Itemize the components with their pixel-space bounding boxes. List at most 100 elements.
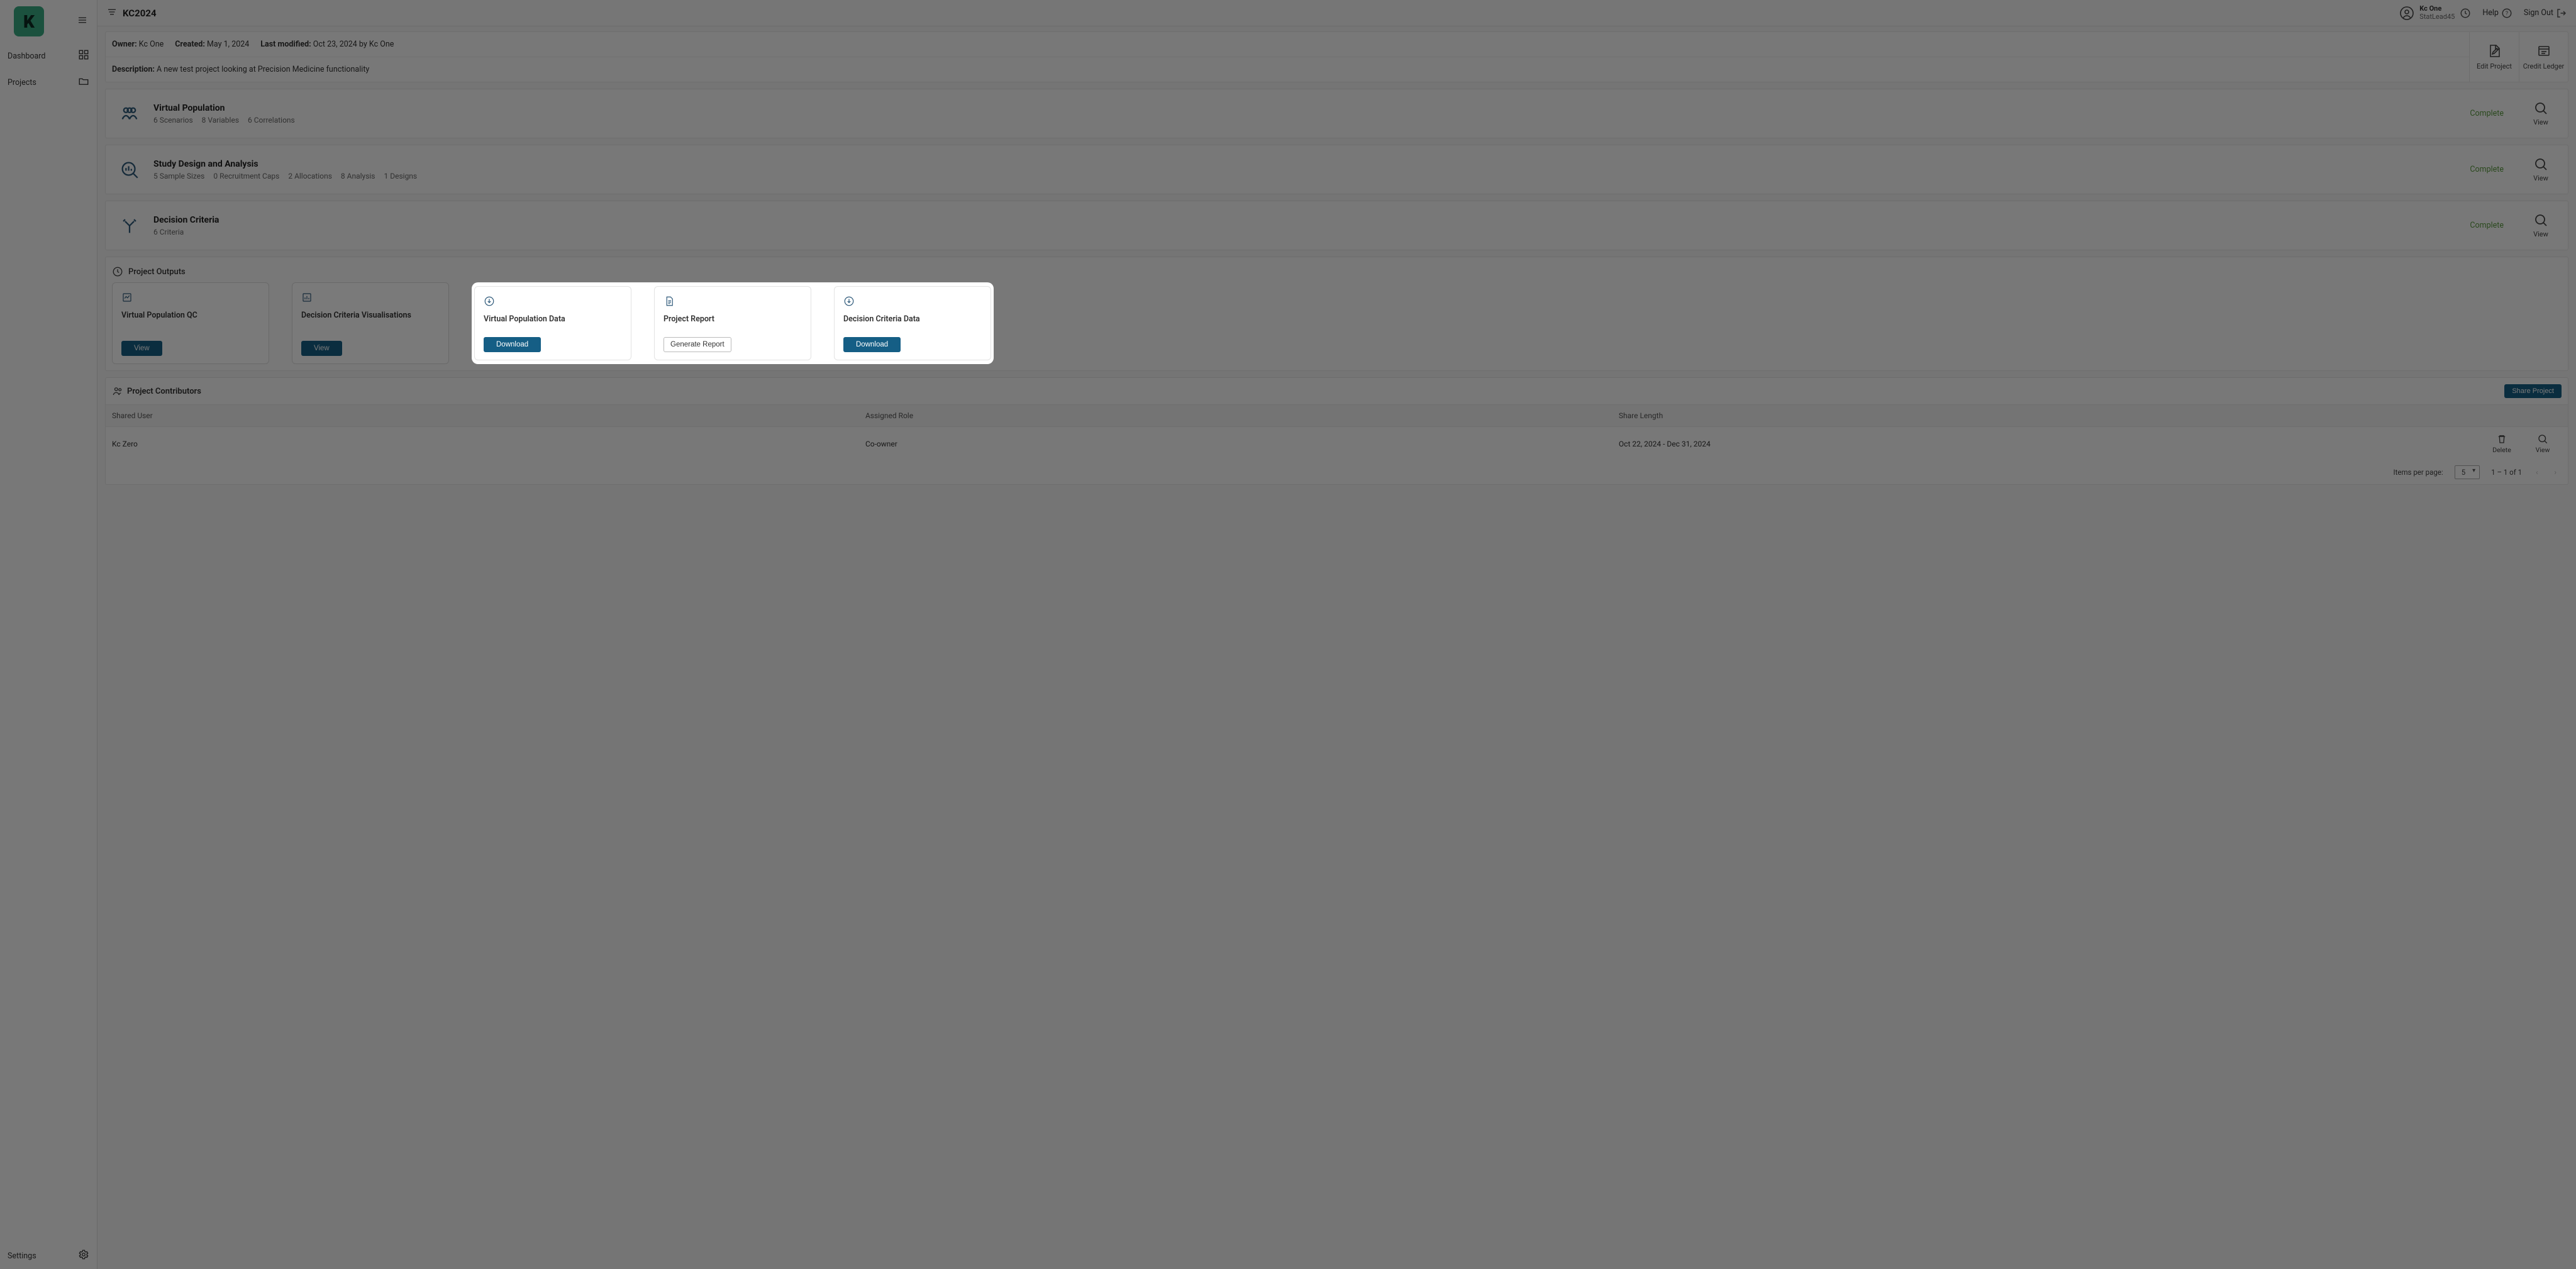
section-sub-item: 5 Sample Sizes — [153, 172, 204, 180]
section-status: Complete — [2470, 109, 2504, 118]
section-title: Decision Criteria — [153, 215, 2470, 225]
breadcrumb-icon — [106, 6, 118, 20]
sidebar-item-dashboard[interactable]: Dashboard — [0, 43, 97, 69]
menu-toggle-icon[interactable] — [73, 11, 92, 32]
col-assigned-role: Assigned Role — [865, 411, 1619, 420]
sidebar-item-projects[interactable]: Projects — [0, 69, 97, 96]
output-card: Virtual Population Data Download — [474, 286, 631, 360]
section-sub-item: 1 Designs — [384, 172, 418, 180]
share-project-button[interactable]: Share Project — [2504, 384, 2562, 398]
search-icon — [2533, 157, 2548, 172]
created-value: May 1, 2024 — [207, 40, 249, 49]
section-sub-item: 6 Scenarios — [153, 116, 193, 125]
user-name: Kc One — [2419, 5, 2455, 13]
description-label: Description: — [112, 65, 155, 74]
folder-icon — [78, 75, 89, 89]
created-label: Created: — [175, 40, 205, 49]
credit-ledger-button[interactable]: Credit Ledger — [2519, 32, 2568, 82]
owner-value: Kc One — [139, 40, 164, 49]
output-card: Project Report Generate Report — [654, 286, 811, 360]
edit-icon — [2487, 43, 2502, 58]
section-sub-item: 6 Correlations — [248, 116, 295, 125]
header: KC2024 Kc One StatLead45 Help ? Sign Out — [97, 0, 2576, 26]
sidebar: K Dashboard Projects Settings — [0, 0, 97, 1269]
row-view-button[interactable]: View — [2524, 433, 2562, 454]
contributors-table-header: Shared User Assigned Role Share Length — [106, 404, 2568, 427]
section-icon — [114, 103, 145, 125]
page-title: KC2024 — [123, 8, 157, 19]
section-title: Study Design and Analysis — [153, 159, 2470, 169]
page-next[interactable]: › — [2552, 468, 2559, 477]
cell-user: Kc Zero — [112, 440, 865, 448]
output-action-button[interactable]: View — [121, 341, 162, 356]
col-shared-user: Shared User — [112, 411, 865, 420]
output-card: Virtual Population QCView — [112, 282, 269, 364]
ledger-icon — [2536, 43, 2551, 58]
output-title: Virtual Population Data — [484, 314, 622, 324]
section-icon — [114, 159, 145, 180]
sidebar-item-label: Settings — [8, 1251, 36, 1261]
modified-label: Last modified: — [260, 40, 311, 49]
contributors-panel: Project Contributors Share Project Share… — [105, 377, 2568, 485]
user-chip[interactable]: Kc One StatLead45 — [2399, 5, 2471, 21]
outputs-panel: Project Outputs Virtual Population QCVie… — [105, 257, 2568, 371]
section-view-button[interactable]: View — [2523, 101, 2559, 126]
section-status: Complete — [2470, 165, 2504, 174]
section-view-button[interactable]: View — [2523, 157, 2559, 182]
search-icon — [2537, 433, 2548, 445]
items-per-page-label: Items per page: — [2393, 468, 2443, 477]
output-icon — [121, 292, 260, 306]
section-card: Virtual Population 6 Scenarios 8 Variables… — [105, 89, 2568, 138]
section-sub-item: 8 Variables — [202, 116, 239, 125]
section-title: Virtual Population — [153, 103, 2470, 113]
modified-value: Oct 23, 2024 by Kc One — [313, 40, 394, 49]
search-icon — [2533, 101, 2548, 116]
output-card: Decision Criteria Data Download — [834, 286, 991, 360]
section-status: Complete — [2470, 221, 2504, 230]
edit-project-button[interactable]: Edit Project — [2470, 32, 2519, 82]
owner-label: Owner: — [112, 40, 137, 49]
sidebar-item-label: Dashboard — [8, 52, 45, 61]
output-action-button[interactable]: View — [301, 341, 342, 356]
sidebar-item-label: Projects — [8, 78, 36, 87]
spotlight-outputs: Virtual Population Data Download Project R… — [472, 282, 994, 364]
page-prev[interactable]: ‹ — [2533, 468, 2540, 477]
help-link[interactable]: Help ? — [2482, 8, 2512, 19]
output-card: Decision Criteria Visualisations View — [292, 282, 449, 364]
section-card: Decision Criteria 6 Criteria Complete View — [105, 201, 2568, 250]
row-delete-button[interactable]: Delete — [2480, 433, 2524, 454]
section-sub-item: 0 Recruitment Caps — [213, 172, 279, 180]
signout-icon — [2556, 8, 2567, 19]
table-row: Kc ZeroCo-ownerOct 22, 2024 - Dec 31, 20… — [106, 427, 2568, 460]
section-icon — [114, 215, 145, 236]
user-icon — [2399, 6, 2414, 21]
output-icon — [301, 292, 440, 306]
outputs-title: Project Outputs — [128, 267, 186, 277]
output-title: Decision Criteria Visualisations — [301, 311, 440, 320]
output-icon — [484, 296, 622, 309]
section-card: Study Design and Analysis 5 Sample Sizes 0… — [105, 145, 2568, 194]
signout-link[interactable]: Sign Out — [2524, 8, 2567, 19]
items-per-page-select[interactable]: 5 — [2455, 465, 2480, 479]
output-action-button[interactable]: Download — [843, 337, 901, 352]
output-action-button[interactable]: Generate Report — [663, 337, 731, 352]
search-icon — [2533, 213, 2548, 228]
trash-icon — [2496, 433, 2507, 445]
section-sub-item: 2 Allocations — [288, 172, 332, 180]
description-value: A new test project looking at Precision … — [157, 65, 369, 74]
project-meta-panel: Owner: Kc One Created: May 1, 2024 Last … — [105, 31, 2568, 82]
section-view-button[interactable]: View — [2523, 213, 2559, 238]
svg-text:?: ? — [2506, 11, 2508, 17]
main: KC2024 Kc One StatLead45 Help ? Sign Out — [97, 0, 2576, 1269]
output-title: Project Report — [663, 314, 802, 324]
output-action-button[interactable]: Download — [484, 337, 541, 352]
section-sub-item: 6 Criteria — [153, 228, 184, 236]
sidebar-item-settings[interactable]: Settings — [0, 1243, 97, 1269]
col-share-length: Share Length — [1619, 411, 2480, 420]
dashboard-icon — [78, 49, 89, 63]
cell-length: Oct 22, 2024 - Dec 31, 2024 — [1619, 440, 2480, 448]
pagination: Items per page: 5 1 – 1 of 1 ‹ › — [106, 460, 2568, 484]
output-title: Decision Criteria Data — [843, 314, 982, 324]
output-icon — [663, 296, 802, 309]
section-sub-item: 8 Analysis — [341, 172, 375, 180]
